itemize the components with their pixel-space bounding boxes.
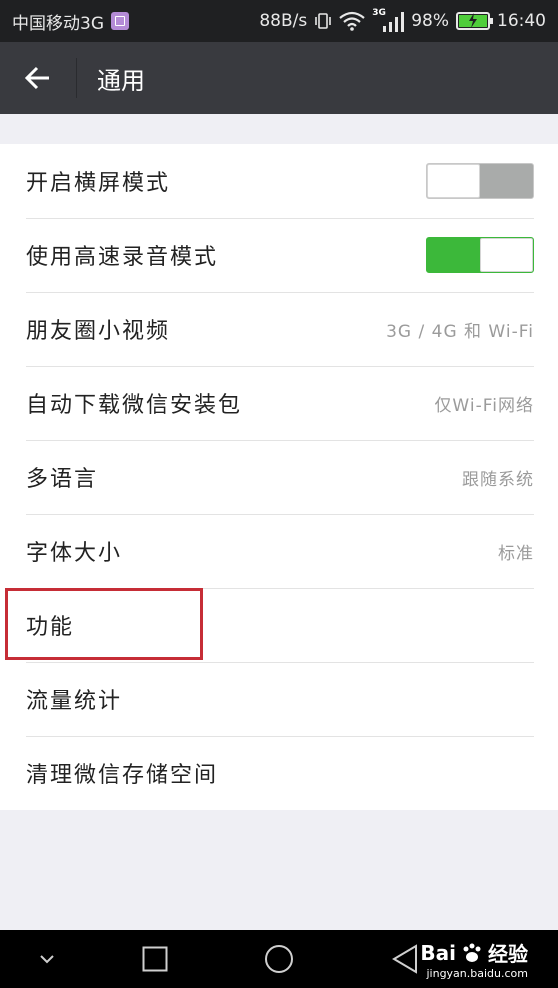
settings-list: 开启横屏模式 使用高速录音模式 朋友圈小视频 3G / 4G 和 Wi-Fi 自… [0,144,558,810]
gallery-notification-icon [111,12,129,30]
title-divider [76,58,77,98]
watermark-url: jingyan.baidu.com [426,967,528,980]
highlight-annotation [5,588,203,660]
setting-moments-video[interactable]: 朋友圈小视频 3G / 4G 和 Wi-Fi [0,292,558,366]
setting-language[interactable]: 多语言 跟随系统 [0,440,558,514]
signal-bars-icon [383,12,405,32]
battery-charging-icon [456,12,493,30]
vibrate-icon [315,13,332,29]
setting-landscape-mode[interactable]: 开启横屏模式 [0,144,558,218]
setting-value: 跟随系统 [462,469,534,490]
clock: 16:40 [497,11,546,31]
nav-hide-button[interactable] [22,930,72,988]
setting-label: 多语言 [26,467,99,492]
setting-label: 清理微信存储空间 [26,763,219,788]
status-right: 88B/s 3G 98% 16:40 [259,8,546,32]
setting-label: 使用高速录音模式 [26,245,219,270]
cell-signal: 3G [372,8,405,32]
title-bar: 通用 [0,42,558,114]
status-left: 中国移动3G [12,9,129,34]
watermark-brand: Bai 经验 [420,940,528,967]
landscape-mode-toggle[interactable] [426,163,534,199]
setting-value: 3G / 4G 和 Wi-Fi [386,321,534,342]
nav-recent-button[interactable] [130,930,180,988]
nav-home-button[interactable] [252,930,306,988]
setting-label: 朋友圈小视频 [26,319,171,344]
setting-clear-storage[interactable]: 清理微信存储空间 [0,736,558,810]
setting-font-size[interactable]: 字体大小 标准 [0,514,558,588]
setting-auto-download[interactable]: 自动下载微信安装包 仅Wi-Fi网络 [0,366,558,440]
paw-logo-icon [463,943,481,962]
circle-icon [265,945,293,973]
baidu-watermark: Bai 经验 jingyan.baidu.com [420,938,528,981]
setting-label: 流量统计 [26,689,123,714]
setting-label: 字体大小 [26,541,123,566]
carrier-name: 中国移动3G [12,13,104,34]
page-title: 通用 [97,66,145,95]
status-bar: 中国移动3G 88B/s 3G 98% 16:40 [0,0,558,42]
setting-label: 自动下载微信安装包 [26,393,243,418]
arrow-left-icon [24,66,49,90]
wifi-icon [339,11,365,31]
setting-value: 仅Wi-Fi网络 [434,395,534,416]
back-button[interactable] [0,42,76,114]
network-speed: 88B/s [259,11,308,31]
setting-data-usage[interactable]: 流量统计 [0,662,558,736]
triangle-back-icon [392,944,417,974]
nav-bar: Bai 经验 jingyan.baidu.com [0,930,558,988]
setting-value: 标准 [498,543,534,564]
chevron-down-icon [40,955,54,964]
square-icon [142,946,168,972]
battery-percent: 98% [411,11,449,31]
setting-label: 开启横屏模式 [26,171,171,196]
setting-high-speed-recording[interactable]: 使用高速录音模式 [0,218,558,292]
high-speed-recording-toggle[interactable] [426,237,534,273]
